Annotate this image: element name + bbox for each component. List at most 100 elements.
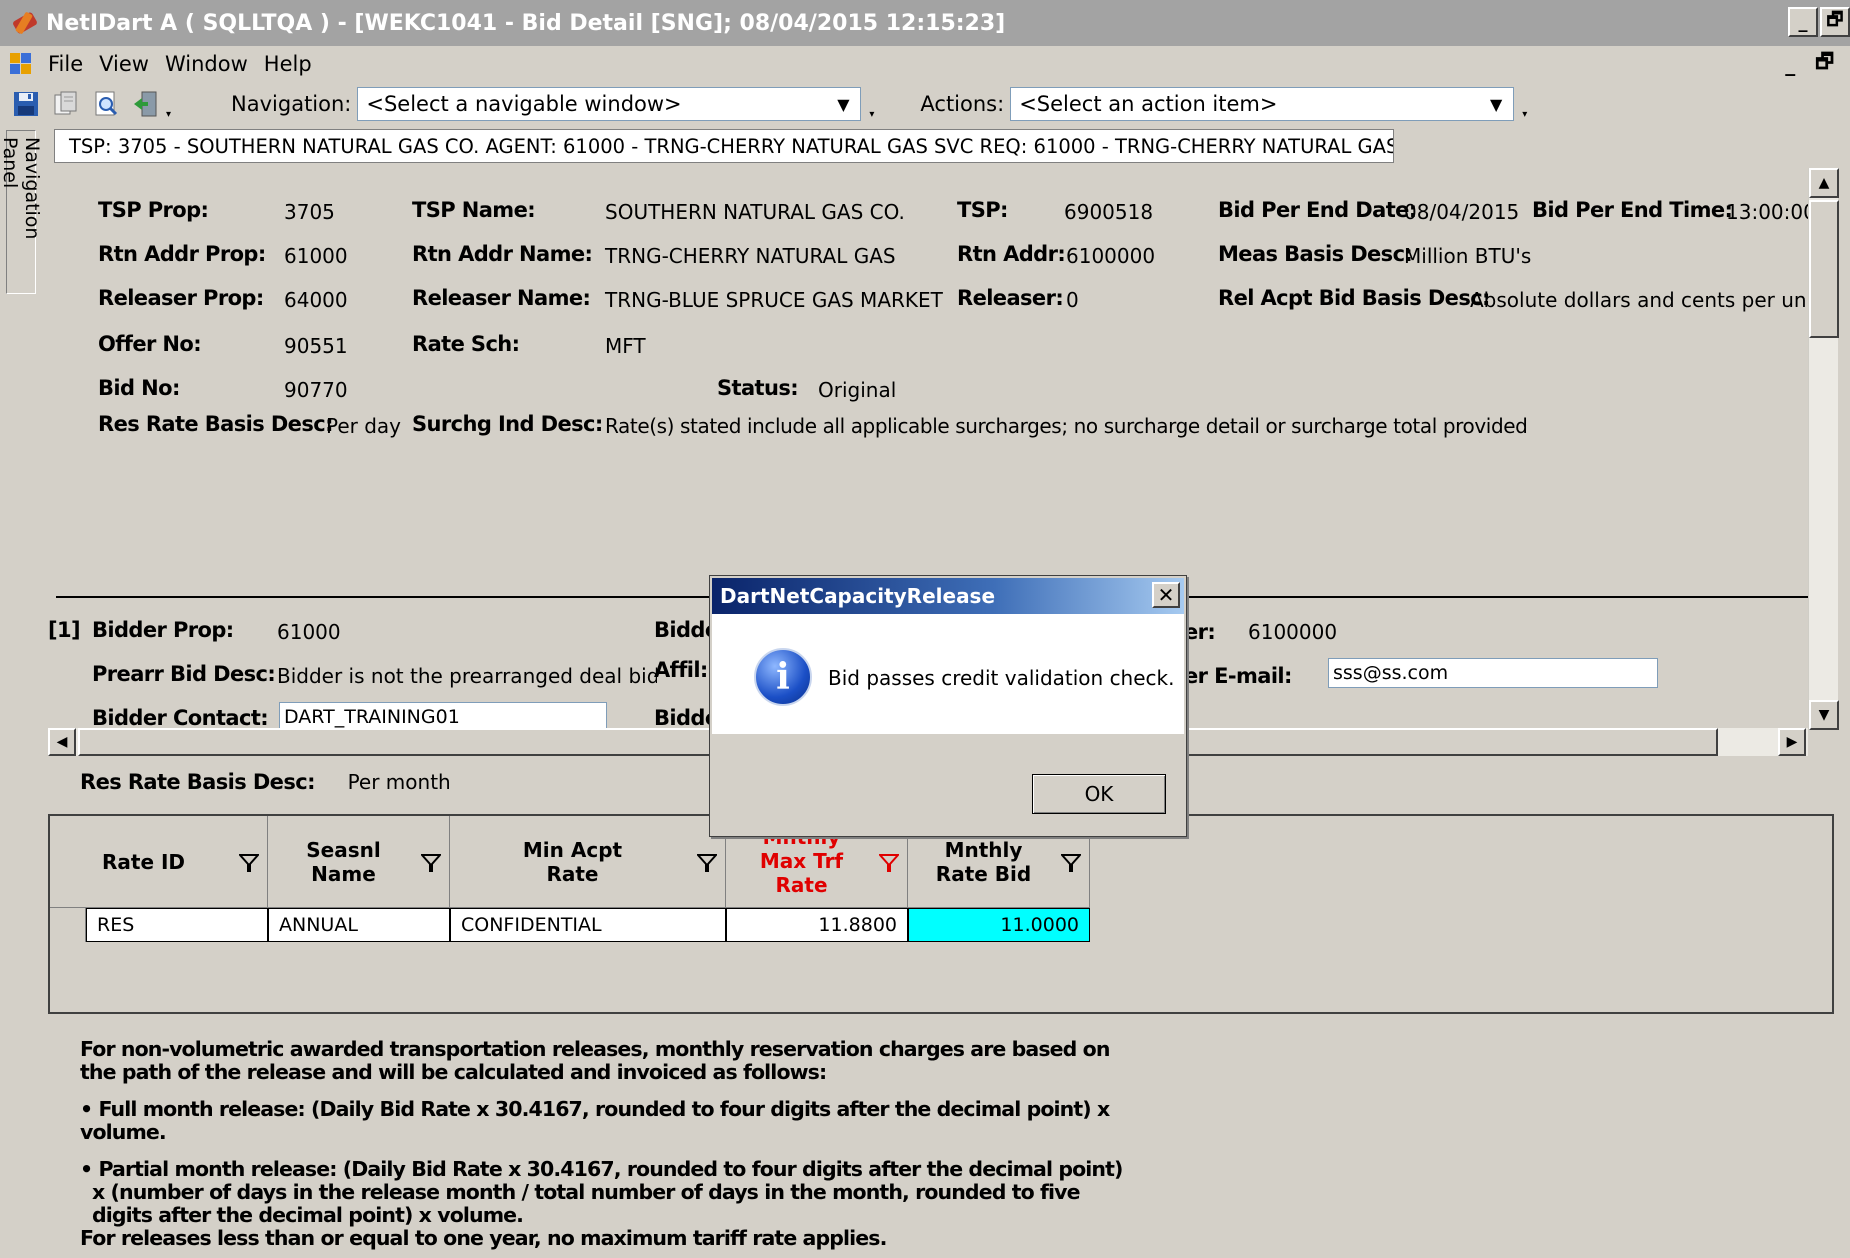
dialog-title: DartNetCapacityRelease <box>720 584 996 608</box>
navigation-select-value: <Select a navigable window> <box>366 92 682 116</box>
navigation-label: Navigation: <box>231 92 352 116</box>
rel-acpt-label: Rel Acpt Bid Basis Desc: <box>1218 286 1490 310</box>
rtn-addr-prop-label: Rtn Addr Prop: <box>98 242 266 266</box>
message-dialog: DartNetCapacityRelease ✕ i Bid passes cr… <box>710 576 1186 836</box>
chevron-down-icon[interactable]: ▼ <box>1479 88 1514 120</box>
exit-icon[interactable] <box>132 90 160 118</box>
actions-select[interactable]: <Select an action item> ▼ <box>1010 87 1515 121</box>
rtn-addr-name-label: Rtn Addr Name: <box>412 242 593 266</box>
rel-acpt-value: Absolute dollars and cents per unit b <box>1470 288 1808 312</box>
filter-icon[interactable] <box>697 854 717 872</box>
window-title: NetIDart A ( SQLLTQA ) - [WEKC1041 - Bid… <box>46 10 1006 36</box>
cell-max-trf-rate[interactable]: 11.8800 <box>726 908 908 942</box>
filter-icon[interactable] <box>421 854 441 872</box>
info-icon: i <box>754 648 812 706</box>
header-summary: TSP: 3705 - SOUTHERN NATURAL GAS CO. AGE… <box>54 129 1394 163</box>
note-intro: For non-volumetric awarded transportatio… <box>80 1037 1110 1084</box>
rtn-addr-prop-value: 61000 <box>284 244 348 268</box>
affil-label: Affil: <box>654 658 708 682</box>
res-rate-basis-row: Res Rate Basis Desc: Per month <box>80 770 451 794</box>
surchg-ind-label: Surchg Ind Desc: <box>412 412 603 436</box>
navigation-panel-tab[interactable]: Navigation Panel <box>0 130 43 294</box>
bidder-label: Bidde <box>654 618 719 642</box>
dialog-message: Bid passes credit validation check. <box>828 666 1175 690</box>
window-controls: _ 🗗 <box>1788 7 1850 37</box>
res-rate-basis-label: Res Rate Basis Desc: <box>80 770 315 794</box>
res-rate-basis-value: Per day <box>326 414 402 438</box>
offer-no-value: 90551 <box>284 334 348 358</box>
surchg-ind-value: Rate(s) stated include all applicable su… <box>605 414 1528 438</box>
bid-no-label: Bid No: <box>98 376 180 400</box>
tsp-name-label: TSP Name: <box>412 198 536 222</box>
status-value: Original <box>818 378 897 402</box>
scroll-down-button[interactable]: ▼ <box>1809 700 1839 730</box>
releaser-value: 0 <box>1066 288 1079 312</box>
menu-bar: File View Window Help _ 🗗 <box>0 46 1850 82</box>
bidder-prop-value: 61000 <box>277 620 341 644</box>
mdi-minimize-button[interactable]: _ <box>1785 52 1795 76</box>
bidder-email-label: er E-mail: <box>1184 664 1292 688</box>
cell-rate-id[interactable]: RES <box>86 908 268 942</box>
vertical-scrollbar[interactable]: ▲ ▼ <box>1808 168 1839 730</box>
minimize-button[interactable]: _ <box>1788 7 1818 37</box>
tsp-label: TSP: <box>957 198 1008 222</box>
ok-button[interactable]: OK <box>1032 774 1166 814</box>
scroll-left-button[interactable]: ◀ <box>48 728 76 756</box>
meas-basis-label: Meas Basis Desc: <box>1218 242 1413 266</box>
mdi-restore-button[interactable]: 🗗 <box>1815 47 1834 81</box>
rate-sch-value: MFT <box>605 334 646 358</box>
actions-overflow-icon[interactable]: ▾ <box>1522 109 1527 120</box>
copy-icon[interactable] <box>52 90 80 118</box>
note-full-month: • Full month release: (Daily Bid Rate x … <box>80 1097 1110 1144</box>
menu-help[interactable]: Help <box>256 52 320 76</box>
rates-grid: Rate ID Seasnl Name Min Acpt Rate Mnthly… <box>48 814 1834 1014</box>
meas-basis-value: Million BTU's <box>1404 244 1532 268</box>
rtn-addr-value: 6100000 <box>1066 244 1156 268</box>
bid-detail-section: TSP Prop: 3705 TSP Name: SOUTHERN NATURA… <box>48 166 1816 594</box>
table-row[interactable]: RES ANNUAL CONFIDENTIAL 11.8800 11.0000 <box>50 908 1090 942</box>
navigation-overflow-icon[interactable]: ▾ <box>869 109 874 120</box>
bidder-email-input[interactable]: sss@ss.com <box>1328 658 1658 688</box>
menu-file[interactable]: File <box>40 52 91 76</box>
tsp-value: 6900518 <box>1064 200 1154 224</box>
cell-min-acpt-rate[interactable]: CONFIDENTIAL <box>450 908 726 942</box>
col-rate-id[interactable]: Rate ID <box>50 816 268 908</box>
title-bar: NetIDart A ( SQLLTQA ) - [WEKC1041 - Bid… <box>0 0 1850 46</box>
bidder-label-2: Bidde <box>654 706 719 730</box>
tsp-prop-label: TSP Prop: <box>98 198 209 222</box>
tsp-name-value: SOUTHERN NATURAL GAS CO. <box>605 200 905 224</box>
save-icon[interactable] <box>12 90 40 118</box>
scroll-right-button[interactable]: ▶ <box>1778 728 1806 756</box>
menu-window[interactable]: Window <box>157 52 256 76</box>
filter-icon[interactable] <box>239 854 259 872</box>
filter-icon[interactable] <box>1061 854 1081 872</box>
print-preview-icon[interactable] <box>92 90 120 118</box>
restore-button[interactable]: 🗗 <box>1820 7 1850 37</box>
menu-view[interactable]: View <box>91 52 157 76</box>
dialog-close-button[interactable]: ✕ <box>1152 582 1180 608</box>
mdi-controls: _ 🗗 <box>1785 46 1834 82</box>
toolbar: ▾ Navigation: <Select a navigable window… <box>0 82 1850 126</box>
releaser-name-value: TRNG-BLUE SPRUCE GAS MARKET <box>605 288 943 312</box>
mdi-child-icon[interactable] <box>10 53 32 75</box>
bidder-id-label: er: <box>1184 620 1216 644</box>
toolbar-overflow-icon[interactable]: ▾ <box>166 109 171 120</box>
status-label: Status: <box>717 376 799 400</box>
chevron-down-icon[interactable]: ▼ <box>826 88 861 120</box>
releaser-label: Releaser: <box>957 286 1064 310</box>
rtn-addr-name-value: TRNG-CHERRY NATURAL GAS <box>605 244 896 268</box>
col-seasnl-name-label: Seasnl Name <box>306 837 381 886</box>
col-min-acpt-rate[interactable]: Min Acpt Rate <box>450 816 726 908</box>
scroll-thumb[interactable] <box>1809 200 1839 338</box>
col-mnthly-rate-bid-label: Mnthly Rate Bid <box>935 837 1032 886</box>
application-window: NetIDart A ( SQLLTQA ) - [WEKC1041 - Bid… <box>0 0 1850 1258</box>
cell-rate-bid[interactable]: 11.0000 <box>908 908 1090 942</box>
col-seasnl-name[interactable]: Seasnl Name <box>268 816 450 908</box>
bid-end-date-value: 08/04/2015 <box>1404 200 1520 224</box>
cell-seasnl-name[interactable]: ANNUAL <box>268 908 450 942</box>
bid-end-time-value: 13:00:00 <box>1726 200 1816 224</box>
filter-icon[interactable] <box>879 854 899 872</box>
navigation-select[interactable]: <Select a navigable window> ▼ <box>357 87 862 121</box>
scroll-up-button[interactable]: ▲ <box>1809 168 1839 198</box>
row-selector[interactable] <box>50 908 86 942</box>
